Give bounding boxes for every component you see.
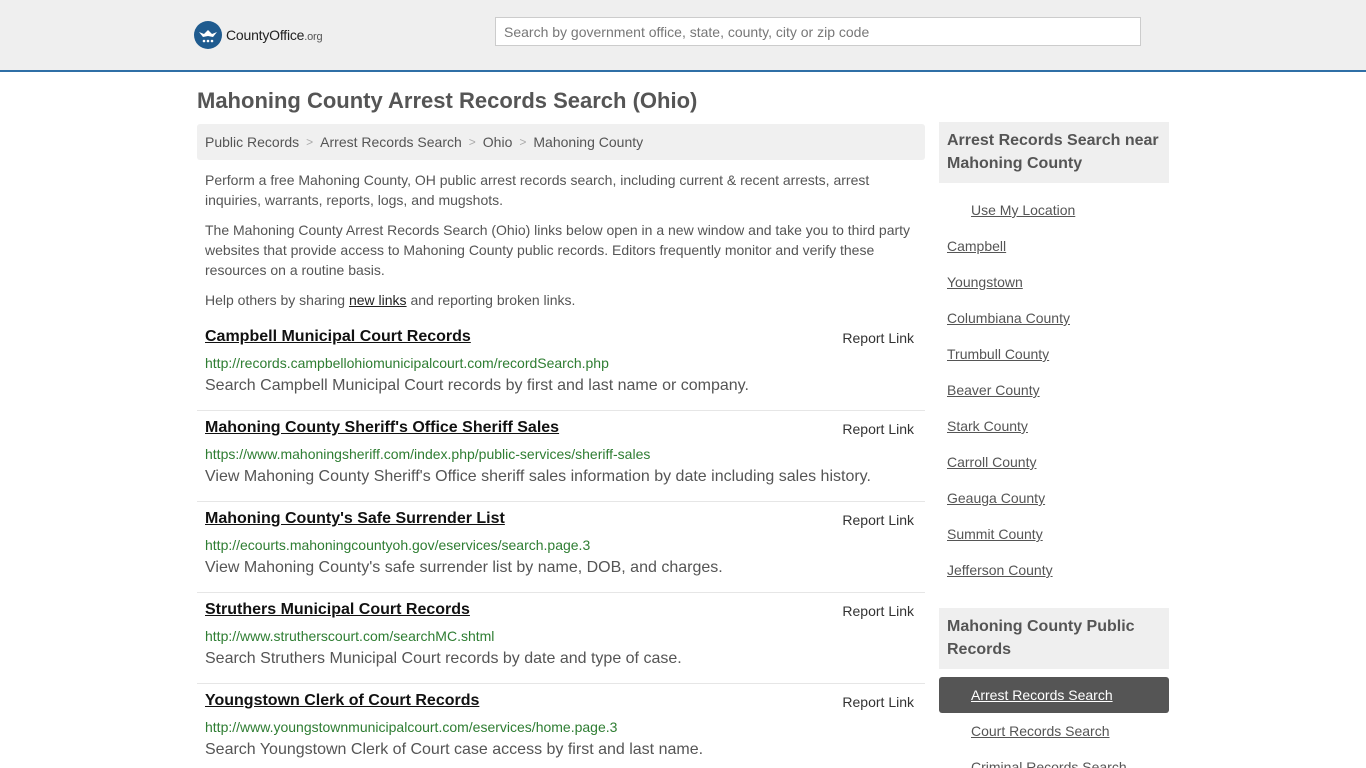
breadcrumb-mahoning-county: Mahoning County <box>533 134 644 150</box>
sidebar-nearby-heading-line1: Arrest Records Search near <box>947 132 1159 149</box>
breadcrumb-separator: > <box>468 135 476 149</box>
entry-title-link[interactable]: Youngstown Clerk of Court Records <box>205 692 479 710</box>
entry-url: http://www.strutherscourt.com/searchMC.s… <box>205 628 495 644</box>
new-links-link[interactable]: new links <box>349 292 407 308</box>
report-link-button[interactable]: Report Link <box>842 603 914 619</box>
record-entry: Youngstown Clerk of Court Records Report… <box>197 684 925 768</box>
entry-description: View Mahoning County's safe surrender li… <box>205 559 723 576</box>
site-logo[interactable]: CountyOffice.org <box>194 20 323 50</box>
sidebar-item-columbiana-county[interactable]: Columbiana County <box>947 310 1070 326</box>
report-link-button[interactable]: Report Link <box>842 694 914 710</box>
entry-url: http://www.youngstownmunicipalcourt.com/… <box>205 719 618 735</box>
report-link-button[interactable]: Report Link <box>842 512 914 528</box>
logo-text: CountyOffice.org <box>226 27 323 43</box>
entry-description: Search Struthers Municipal Court records… <box>205 650 682 667</box>
breadcrumb-public-records[interactable]: Public Records <box>205 134 299 150</box>
sidebar-records-heading-line1: Mahoning County Public <box>947 618 1135 635</box>
entry-title-link[interactable]: Campbell Municipal Court Records <box>205 328 471 346</box>
use-my-location-link[interactable]: Use My Location <box>971 202 1075 218</box>
intro-paragraph-1: Perform a free Mahoning County, OH publi… <box>205 172 870 208</box>
sidebar-item-criminal-records-search[interactable]: Criminal Records Search <box>971 759 1127 768</box>
sidebar-item-beaver-county[interactable]: Beaver County <box>947 382 1040 398</box>
logo-brand: CountyOffice <box>226 27 305 43</box>
intro-paragraph-3: Help others by sharing new links and rep… <box>205 290 915 310</box>
intro-help-text: Help others by sharing <box>205 292 349 308</box>
entry-description: Search Campbell Municipal Court records … <box>205 377 749 394</box>
intro-help-text-end: and reporting broken links. <box>406 292 576 308</box>
sidebar-records-heading: Mahoning County Public Records <box>939 608 1169 669</box>
report-link-button[interactable]: Report Link <box>842 330 914 346</box>
entry-description: Search Youngstown Clerk of Court case ac… <box>205 741 704 758</box>
logo-tld: .org <box>304 31 323 43</box>
sidebar-nearby-heading: Arrest Records Search near Mahoning Coun… <box>939 122 1169 183</box>
record-entry: Mahoning County's Safe Surrender List Re… <box>197 502 925 593</box>
entry-url: https://www.mahoningsheriff.com/index.ph… <box>205 446 651 462</box>
entry-url: http://ecourts.mahoningcountyoh.gov/eser… <box>205 537 591 553</box>
breadcrumb-ohio[interactable]: Ohio <box>483 134 513 150</box>
entry-description: View Mahoning County Sheriff's Office sh… <box>205 468 871 485</box>
sidebar-item-summit-county[interactable]: Summit County <box>947 526 1043 542</box>
record-entry: Struthers Municipal Court Records Report… <box>197 593 925 684</box>
breadcrumb-arrest-records-search[interactable]: Arrest Records Search <box>320 134 462 150</box>
sidebar-item-jefferson-county[interactable]: Jefferson County <box>947 562 1053 578</box>
breadcrumb: Public Records > Arrest Records Search >… <box>197 124 925 160</box>
entry-title-link[interactable]: Struthers Municipal Court Records <box>205 601 470 619</box>
intro-paragraph-2: The Mahoning County Arrest Records Searc… <box>205 222 911 278</box>
report-link-button[interactable]: Report Link <box>842 421 914 437</box>
entry-title-link[interactable]: Mahoning County Sheriff's Office Sheriff… <box>205 419 559 437</box>
entry-title-link[interactable]: Mahoning County's Safe Surrender List <box>205 510 505 528</box>
sidebar-item-stark-county[interactable]: Stark County <box>947 418 1028 434</box>
record-entry: Campbell Municipal Court Records Report … <box>197 320 925 411</box>
breadcrumb-separator: > <box>306 135 314 149</box>
sidebar-item-court-records-search[interactable]: Court Records Search <box>971 723 1110 739</box>
sidebar-item-campbell[interactable]: Campbell <box>947 238 1006 254</box>
sidebar-nearby-heading-line2: Mahoning County <box>947 155 1083 172</box>
sidebar-records-heading-line2: Records <box>947 641 1012 658</box>
page-title: Mahoning County Arrest Records Search (O… <box>197 88 698 113</box>
sidebar-active-label: Arrest Records Search <box>971 687 1113 703</box>
sidebar-item-arrest-records-search[interactable]: Arrest Records Search <box>939 677 1169 713</box>
sidebar-item-trumbull-county[interactable]: Trumbull County <box>947 346 1049 362</box>
record-entry: Mahoning County Sheriff's Office Sheriff… <box>197 411 925 502</box>
sidebar-item-carroll-county[interactable]: Carroll County <box>947 454 1036 470</box>
breadcrumb-separator: > <box>519 135 527 149</box>
top-bar: CountyOffice.org <box>0 0 1366 72</box>
eagle-icon <box>194 21 222 49</box>
search-input[interactable] <box>495 17 1141 46</box>
entry-url: http://records.campbellohiomunicipalcour… <box>205 355 609 371</box>
sidebar-item-geauga-county[interactable]: Geauga County <box>947 490 1045 506</box>
sidebar-item-youngstown[interactable]: Youngstown <box>947 274 1023 290</box>
